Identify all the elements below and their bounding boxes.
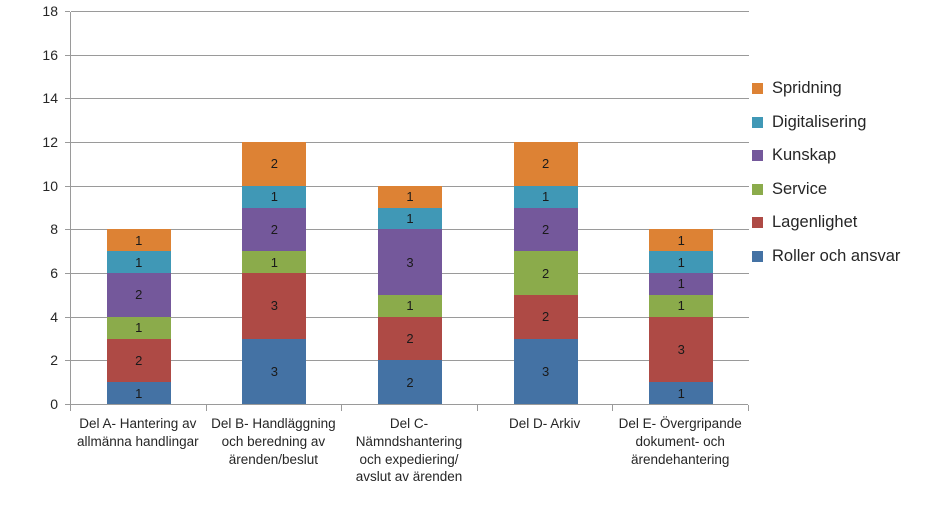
chart-legend: Spridning Digitalisering Kunskap Service Lag… bbox=[752, 72, 937, 273]
x-category-label-line: dokument- och bbox=[635, 433, 725, 449]
legend-item[interactable]: Kunskap bbox=[752, 139, 937, 173]
legend-item[interactable]: Service bbox=[752, 173, 937, 207]
x-category-label-line: och expediering/ bbox=[359, 451, 459, 467]
x-category-label-line: Del A- Hantering av bbox=[79, 416, 197, 431]
y-tick-label: 12 bbox=[42, 134, 58, 150]
x-tick-mark bbox=[748, 405, 749, 411]
bar-segment[interactable]: 2 bbox=[513, 207, 578, 252]
y-tick-label: 8 bbox=[50, 221, 58, 238]
x-category-label: Del B- Handläggning och beredning av ärend… bbox=[206, 415, 342, 468]
plot-area: 121211331212221311322212131111 bbox=[70, 11, 749, 405]
y-tick-label: 10 bbox=[42, 177, 58, 194]
legend-item[interactable]: Lagenlighet bbox=[752, 206, 937, 240]
bar-segment[interactable]: 1 bbox=[513, 185, 578, 208]
bar-segment[interactable]: 2 bbox=[378, 360, 442, 404]
x-category-label-line: ärenden/beslut bbox=[228, 451, 319, 467]
bar-segment[interactable]: 3 bbox=[378, 229, 442, 295]
legend-label: Lagenlighet bbox=[772, 213, 858, 232]
x-category-label-line: avslut av ärenden bbox=[355, 469, 463, 485]
bar-stack[interactable]: 221311 bbox=[378, 185, 442, 404]
bar-segment[interactable]: 3 bbox=[513, 338, 578, 404]
bar-segment[interactable]: 2 bbox=[513, 251, 578, 295]
x-tick-mark bbox=[341, 405, 343, 411]
bar-stack[interactable]: 322212 bbox=[513, 142, 578, 404]
legend-swatch-icon bbox=[752, 217, 763, 229]
bar-segment[interactable]: 1 bbox=[649, 382, 714, 404]
y-tick-label: 14 bbox=[42, 90, 58, 107]
x-category-label-line: och beredning av bbox=[221, 433, 326, 449]
gridline bbox=[71, 98, 749, 100]
bar-segment[interactable]: 2 bbox=[106, 338, 171, 383]
x-category-label-line: allmänna handlingar bbox=[77, 433, 199, 449]
legend-label: Service bbox=[772, 179, 828, 198]
x-category-label-line: Del D- Arkiv bbox=[508, 416, 581, 431]
bar-segment[interactable]: 1 bbox=[242, 185, 307, 208]
bar-segment[interactable]: 1 bbox=[649, 273, 714, 295]
stacked-bar-chart: 0 2 4 6 8 10 12 14 16 18 121211331212221311322212… bbox=[0, 0, 937, 505]
y-tick-label: 16 bbox=[42, 46, 58, 63]
y-tick-label: 6 bbox=[50, 265, 58, 281]
legend-swatch-icon bbox=[752, 250, 763, 262]
bar-segment[interactable]: 1 bbox=[106, 251, 171, 274]
bar-segment[interactable]: 1 bbox=[378, 207, 442, 230]
x-category-label-line: Del C- bbox=[389, 416, 429, 431]
bar-segment[interactable]: 2 bbox=[242, 142, 307, 186]
x-category-label-line: Del E- Övergripande bbox=[618, 416, 742, 431]
bar-segment[interactable]: 2 bbox=[513, 142, 578, 186]
bar-stack[interactable]: 131111 bbox=[649, 229, 714, 404]
bar-stack[interactable]: 331212 bbox=[242, 142, 307, 404]
legend-swatch-icon bbox=[752, 83, 763, 95]
x-category-label-line: Del B- Handläggning bbox=[211, 416, 336, 431]
legend-item[interactable]: Digitalisering bbox=[752, 106, 937, 140]
bar-segment[interactable]: 3 bbox=[242, 338, 307, 404]
bar-segment[interactable]: 1 bbox=[106, 316, 171, 339]
legend-swatch-icon bbox=[752, 116, 763, 128]
x-tick-mark bbox=[612, 405, 614, 411]
bar-segment[interactable]: 2 bbox=[513, 294, 578, 339]
y-tick-label: 2 bbox=[50, 352, 58, 369]
x-tick-mark bbox=[70, 405, 71, 411]
x-category-label: Del A- Hantering av allmänna handlingar bbox=[70, 415, 206, 451]
bar-segment[interactable]: 1 bbox=[378, 185, 442, 208]
gridline bbox=[71, 54, 749, 56]
x-category-label-line: Nämndshantering bbox=[355, 433, 463, 449]
x-tick-mark bbox=[476, 405, 478, 411]
bar-segment[interactable]: 1 bbox=[649, 294, 714, 317]
y-tick-label: 0 bbox=[50, 396, 58, 412]
legend-swatch-icon bbox=[752, 150, 763, 162]
x-tick-mark bbox=[205, 405, 207, 411]
legend-label: Digitalisering bbox=[772, 112, 867, 131]
legend-item[interactable]: Roller och ansvar bbox=[752, 240, 937, 274]
x-category-label: Del E- Övergripande dokument- och ärendeha… bbox=[612, 415, 748, 468]
legend-label: Spridning bbox=[772, 79, 842, 98]
bar-segment[interactable]: 2 bbox=[242, 207, 307, 252]
bar-segment[interactable]: 1 bbox=[106, 382, 171, 404]
bar-segment[interactable]: 3 bbox=[242, 273, 307, 339]
x-category-label: Del D- Arkiv bbox=[477, 415, 613, 433]
bar-segment[interactable]: 1 bbox=[242, 251, 307, 273]
x-category-label-line: ärendehantering bbox=[631, 451, 730, 467]
bar-segment[interactable]: 1 bbox=[106, 229, 171, 252]
gridline bbox=[71, 11, 749, 12]
bar-segment[interactable]: 2 bbox=[378, 316, 442, 361]
bar-stack[interactable]: 121211 bbox=[106, 229, 171, 404]
bar-segment[interactable]: 1 bbox=[649, 229, 714, 252]
bar-segment[interactable]: 3 bbox=[649, 316, 714, 383]
bar-segment[interactable]: 1 bbox=[378, 294, 442, 317]
bar-segment[interactable]: 2 bbox=[106, 273, 171, 317]
legend-swatch-icon bbox=[752, 183, 763, 195]
legend-item[interactable]: Spridning bbox=[752, 72, 937, 106]
legend-label: Kunskap bbox=[772, 146, 837, 165]
bar-segment[interactable]: 1 bbox=[649, 251, 714, 274]
x-category-label: Del C- Nämndshantering och expediering/avs… bbox=[341, 415, 477, 486]
gridline bbox=[71, 142, 749, 143]
y-tick-label: 4 bbox=[50, 308, 58, 325]
y-tick-label: 18 bbox=[42, 3, 58, 19]
legend-label: Roller och ansvar bbox=[772, 246, 901, 265]
